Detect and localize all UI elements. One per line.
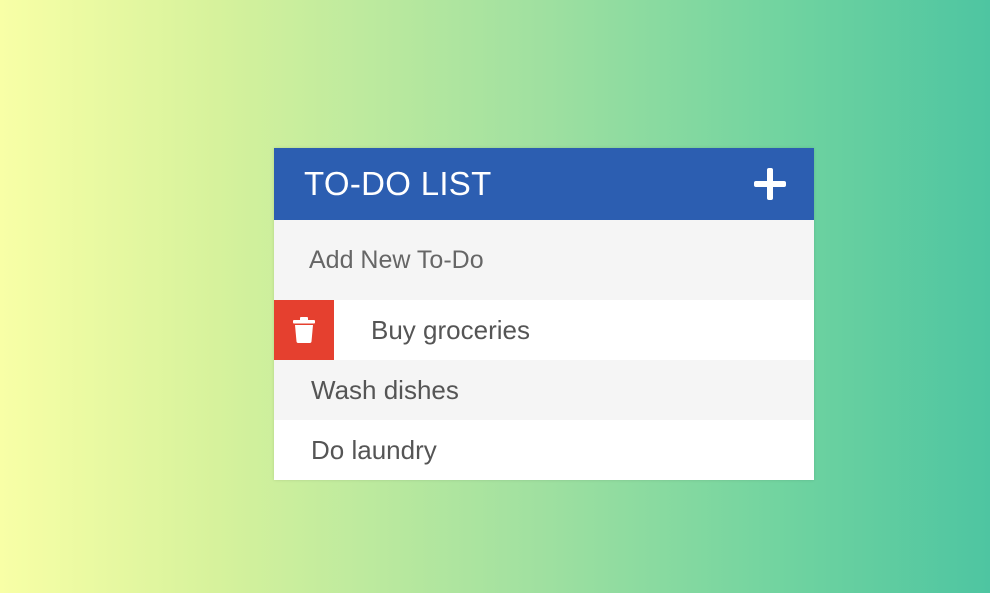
todo-item-buy-groceries[interactable]: Buy groceries [274,300,814,360]
new-todo-input[interactable] [274,220,814,300]
todo-item-do-laundry[interactable]: Do laundry [274,420,814,480]
trash-icon [293,317,315,343]
todo-header: TO-DO LIST [274,148,814,220]
page-title: TO-DO LIST [304,165,492,202]
plus-icon[interactable] [754,168,786,200]
todo-item-label: Buy groceries [371,314,530,345]
todo-item-wash-dishes[interactable]: Wash dishes [274,360,814,420]
todo-item-label: Do laundry [311,434,437,465]
todo-card: TO-DO LIST Buy groceries Wash dishes Do … [274,148,814,480]
delete-button[interactable] [274,300,334,360]
todo-item-label: Wash dishes [311,374,459,405]
todo-list: Buy groceries Wash dishes Do laundry [274,300,814,480]
